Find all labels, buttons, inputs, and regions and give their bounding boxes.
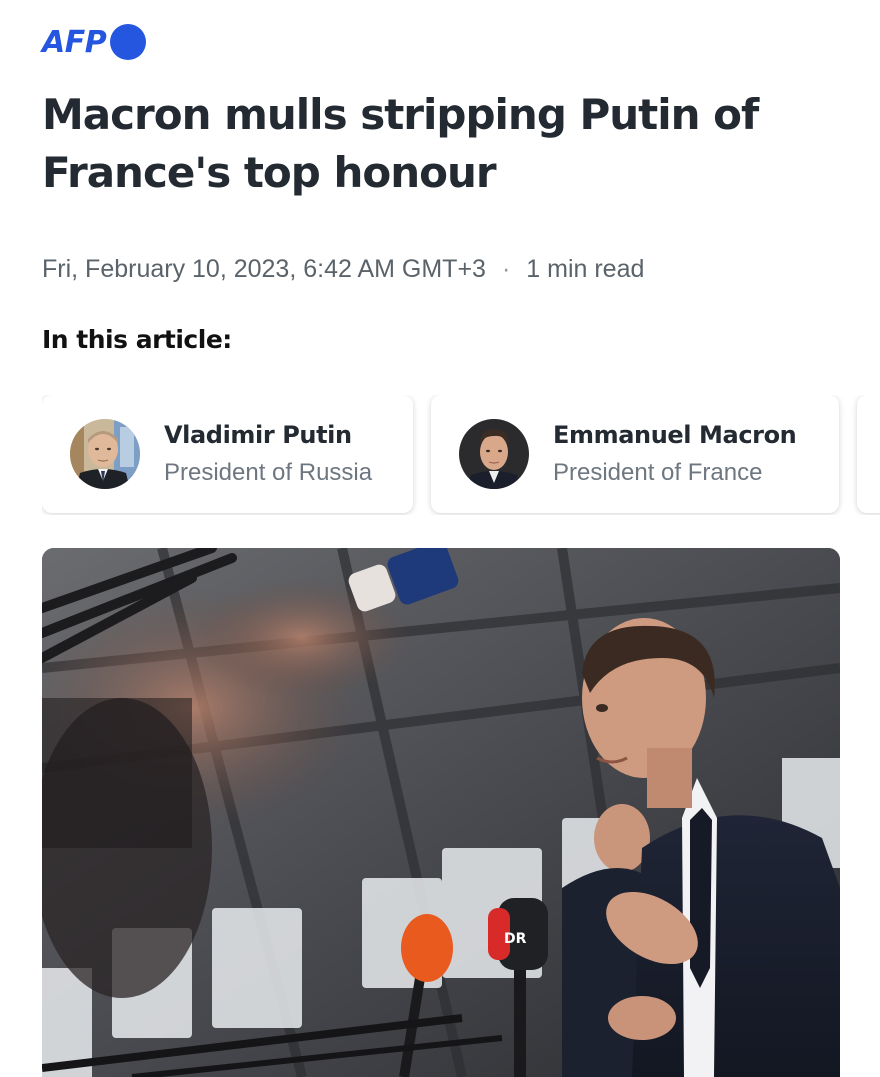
entity-card-partial[interactable]	[857, 395, 880, 513]
putin-avatar	[70, 419, 140, 489]
hero-photo[interactable]: DR	[42, 548, 840, 1077]
article-page: AFP Macron mulls stripping Putin of Fran…	[0, 0, 880, 1077]
macron-avatar	[459, 419, 529, 489]
read-time: 1 min read	[526, 255, 645, 283]
publisher-logo-dot-icon	[110, 24, 147, 60]
article-meta: Fri, February 10, 2023, 6:42 AM GMT+3 · …	[42, 255, 644, 284]
hero-photo-image: DR	[42, 548, 840, 1077]
entity-role: President of Russia	[164, 459, 373, 486]
publish-date: Fri, February 10, 2023, 6:42 AM GMT+3	[42, 255, 486, 283]
entity-name: Emmanuel Macron	[553, 421, 797, 449]
in-this-article-heading: In this article:	[42, 325, 232, 354]
entity-name: Vladimir Putin	[164, 421, 352, 449]
putin-avatar-image	[70, 419, 140, 489]
entity-card-putin[interactable]: Vladimir Putin President of Russia	[42, 395, 413, 513]
publisher-logo[interactable]: AFP	[42, 24, 147, 60]
entity-role: President of France	[553, 459, 763, 486]
entity-cards: Vladimir Putin President of Russia Emman…	[42, 395, 880, 515]
dr-mic-label: DR	[504, 931, 527, 947]
entity-card-macron[interactable]: Emmanuel Macron President of France	[431, 395, 839, 513]
publisher-logo-text: AFP	[42, 24, 107, 60]
macron-avatar-image	[459, 419, 529, 489]
article-headline: Macron mulls stripping Putin of France's…	[42, 90, 759, 197]
meta-separator: ·	[501, 255, 511, 283]
